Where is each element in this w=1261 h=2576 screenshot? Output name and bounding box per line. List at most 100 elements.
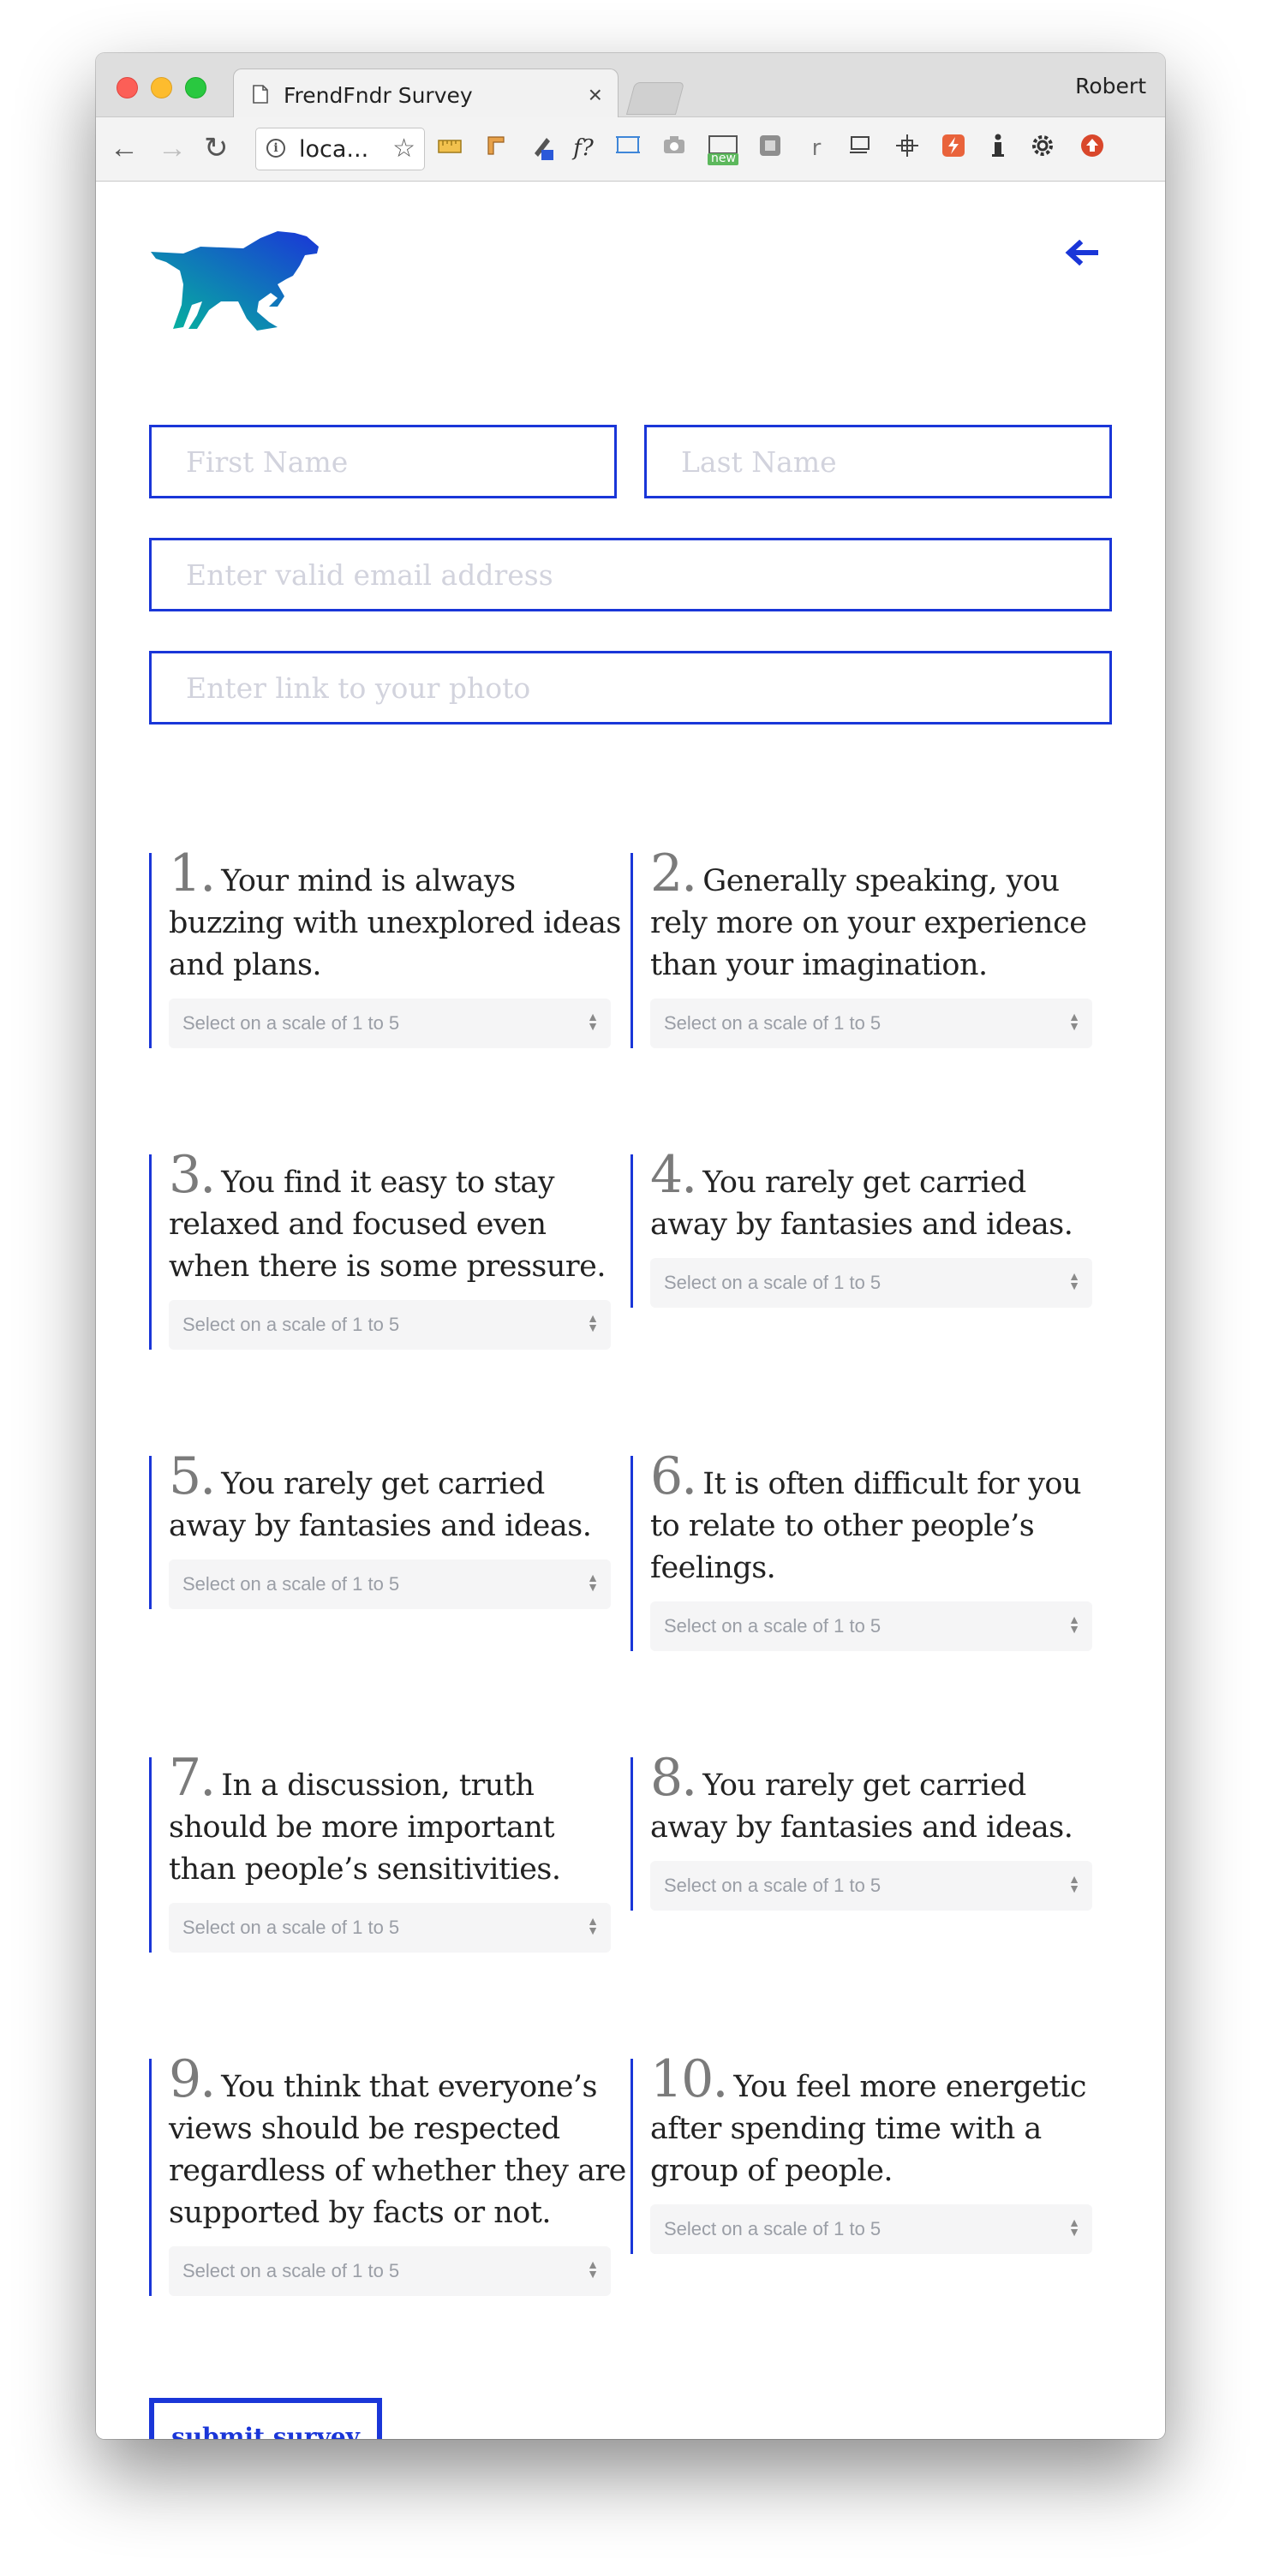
question-number: 8. (650, 1748, 697, 1808)
select-arrows-icon: ▲ ▼ (1068, 2215, 1080, 2239)
question-10: 10. You feel more energetic after spendin… (630, 2054, 1109, 2254)
scale-select[interactable]: Select on a scale of 1 to 5 ▲ ▼ (169, 2246, 611, 2296)
close-window-button[interactable] (117, 77, 138, 98)
gray-square-extension-icon[interactable] (756, 133, 785, 164)
browser-window: FrendFndr Survey × Robert ← → ↻ i loca..… (96, 53, 1165, 2439)
question-number: 6. (650, 1446, 697, 1506)
question-4: 4. You rarely get carried away by fantasi… (630, 1149, 1109, 1308)
last-name-input[interactable] (644, 425, 1112, 498)
question-number: 2. (650, 844, 697, 903)
scale-select[interactable]: Select on a scale of 1 to 5 ▲ ▼ (650, 999, 1092, 1048)
r-extension-icon[interactable]: r (802, 133, 831, 164)
back-arrow-icon[interactable] (1064, 240, 1098, 265)
question-3: 3. You find it easy to stay relaxed and f… (149, 1149, 628, 1350)
select-placeholder: Select on a scale of 1 to 5 (664, 1012, 882, 1034)
settings-gear-icon[interactable] (1028, 133, 1057, 164)
url-text: loca... (299, 136, 369, 163)
select-arrows-icon: ▲ ▼ (587, 1311, 599, 1334)
photo-link-input[interactable] (149, 651, 1112, 724)
back-button[interactable]: ← (110, 131, 139, 165)
responsive-viewer-icon[interactable]: new (706, 133, 738, 165)
question-text: Generally speaking, you rely more on you… (650, 864, 1087, 982)
question-text: You think that everyone’s views should b… (169, 2070, 626, 2230)
ruler-extension-icon[interactable] (435, 133, 464, 164)
first-name-input[interactable] (149, 425, 617, 498)
select-placeholder: Select on a scale of 1 to 5 (182, 1012, 400, 1034)
select-placeholder: Select on a scale of 1 to 5 (182, 1917, 400, 1938)
scale-select[interactable]: Select on a scale of 1 to 5 ▲ ▼ (650, 1601, 1092, 1651)
image-tool-icon[interactable] (846, 133, 876, 164)
select-placeholder: Select on a scale of 1 to 5 (664, 1615, 882, 1637)
scale-select[interactable]: Select on a scale of 1 to 5 ▲ ▼ (650, 1258, 1092, 1308)
select-placeholder: Select on a scale of 1 to 5 (664, 1272, 882, 1293)
question-8: 8. You rarely get carried away by fantasi… (630, 1752, 1109, 1911)
submit-survey-button[interactable]: submit survey (149, 2398, 382, 2439)
info-icon[interactable]: i (266, 139, 285, 158)
browser-tab[interactable]: FrendFndr Survey × (233, 69, 619, 118)
question-text: You rarely get carried away by fantasies… (650, 1166, 1073, 1242)
profile-name[interactable]: Robert (1075, 74, 1146, 98)
color-picker-extension-icon[interactable] (528, 133, 557, 164)
pixel-ruler-extension-icon[interactable] (481, 133, 511, 164)
zoom-window-button[interactable] (185, 77, 206, 98)
question-number: 10. (650, 2049, 728, 2109)
new-badge: new (711, 152, 736, 165)
question-text: Your mind is always buzzing with unexplo… (169, 864, 621, 982)
select-placeholder: Select on a scale of 1 to 5 (664, 1875, 882, 1896)
question-text: You rarely get carried away by fantasies… (169, 1467, 592, 1543)
minimize-window-button[interactable] (151, 77, 172, 98)
question-7: 7. In a discussion, truth should be more … (149, 1752, 628, 1953)
scale-select[interactable]: Select on a scale of 1 to 5 ▲ ▼ (169, 999, 611, 1048)
dog-logo-icon (151, 231, 319, 331)
select-arrows-icon: ▲ ▼ (587, 1571, 599, 1594)
survey-page: 1.Your mind is always buzzing with unexp… (96, 182, 1165, 2439)
close-tab-icon[interactable]: × (589, 81, 602, 109)
camera-icon[interactable] (660, 133, 689, 164)
select-placeholder: Select on a scale of 1 to 5 (182, 1314, 400, 1335)
select-placeholder: Select on a scale of 1 to 5 (182, 2260, 400, 2281)
question-5: 5. You rarely get carried away by fantasi… (149, 1451, 628, 1609)
question-2: 2. Generally speaking, you rely more on y… (630, 848, 1109, 1048)
scale-select[interactable]: Select on a scale of 1 to 5 ▲ ▼ (650, 2204, 1092, 2254)
upload-extension-icon[interactable] (1078, 133, 1107, 164)
question-text: It is often difficult for you to relate … (650, 1467, 1082, 1585)
document-icon (253, 85, 268, 104)
scale-select[interactable]: Select on a scale of 1 to 5 ▲ ▼ (169, 1903, 611, 1953)
question-text: You rarely get carried away by fantasies… (650, 1768, 1073, 1845)
scale-select[interactable]: Select on a scale of 1 to 5 ▲ ▼ (169, 1559, 611, 1609)
question-text: You find it easy to stay relaxed and foc… (169, 1166, 607, 1284)
question-9: 9. You think that everyone’s views should… (149, 2054, 628, 2296)
question-number: 9. (169, 2049, 216, 2109)
select-placeholder: Select on a scale of 1 to 5 (182, 1573, 400, 1595)
new-tab-button[interactable] (625, 82, 685, 115)
crosshair-icon[interactable] (893, 133, 922, 164)
question-number: 4. (650, 1145, 697, 1205)
font-detector-icon[interactable]: f? (569, 133, 598, 164)
select-arrows-icon: ▲ ▼ (587, 1010, 599, 1033)
reload-button[interactable]: ↻ (204, 131, 229, 165)
select-arrows-icon: ▲ ▼ (1068, 1613, 1080, 1636)
question-number: 5. (169, 1446, 216, 1506)
question-number: 1. (169, 844, 216, 903)
select-arrows-icon: ▲ ▼ (587, 1914, 599, 1937)
lightning-extension-icon[interactable] (939, 133, 968, 164)
select-arrows-icon: ▲ ▼ (1068, 1872, 1080, 1895)
scale-select[interactable]: Select on a scale of 1 to 5 ▲ ▼ (169, 1300, 611, 1350)
question-1: 1. Your mind is always buzzing with unexp… (149, 848, 628, 1048)
question-text: In a discussion, truth should be more im… (169, 1768, 561, 1887)
forward-button[interactable]: → (158, 131, 187, 165)
tab-bar: FrendFndr Survey × Robert (96, 53, 1165, 118)
info-extension-icon[interactable] (983, 133, 1013, 164)
tab-title: FrendFndr Survey (284, 83, 473, 108)
select-arrows-icon: ▲ ▼ (587, 2257, 599, 2281)
bookmark-star-icon[interactable]: ☆ (392, 134, 415, 164)
browser-toolbar: ← → ↻ i loca... ☆ f? new r (96, 117, 1165, 182)
select-placeholder: Select on a scale of 1 to 5 (664, 2218, 882, 2239)
address-bar[interactable]: i loca... ☆ (255, 128, 425, 170)
scale-select[interactable]: Select on a scale of 1 to 5 ▲ ▼ (650, 1861, 1092, 1911)
question-number: 3. (169, 1145, 216, 1205)
screen-capture-icon[interactable] (613, 133, 642, 164)
select-arrows-icon: ▲ ▼ (1068, 1269, 1080, 1292)
email-input[interactable] (149, 538, 1112, 611)
select-arrows-icon: ▲ ▼ (1068, 1010, 1080, 1033)
